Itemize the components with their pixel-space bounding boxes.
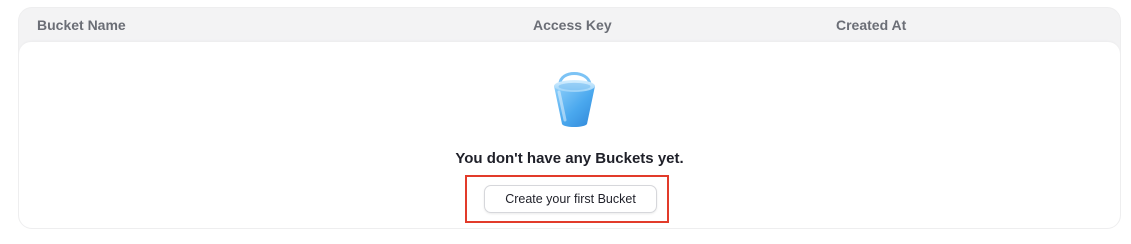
column-header-created-at: Created At [836,17,907,33]
create-first-bucket-button[interactable]: Create your first Bucket [484,185,657,213]
bucket-icon [554,72,595,127]
column-header-bucket-name: Bucket Name [37,17,126,33]
empty-state-message: You don't have any Buckets yet. [455,150,684,167]
buckets-table: Bucket Name Access Key Created At You do… [18,7,1121,229]
table-header: Bucket Name Access Key Created At [19,8,1120,42]
table-body: You don't have any Buckets yet. Create y… [19,42,1120,228]
column-header-access-key: Access Key [533,17,612,33]
empty-state: You don't have any Buckets yet. Create y… [19,42,1120,228]
